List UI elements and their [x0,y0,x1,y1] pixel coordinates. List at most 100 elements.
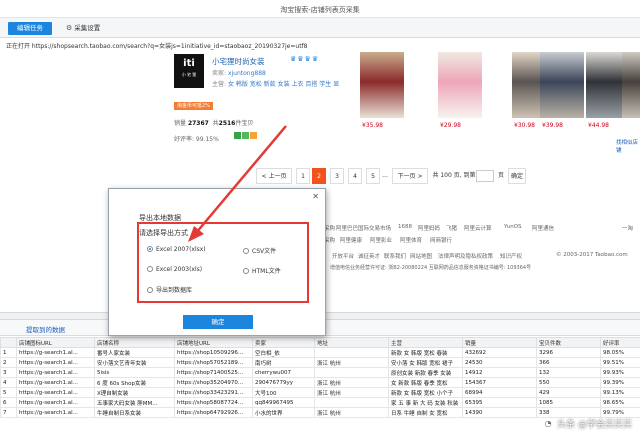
table-cell[interactable]: 浙江 杭州 [314,407,389,418]
table-cell[interactable]: 浙江 杭州 [314,377,389,388]
footer-link[interactable]: 阿里巴巴国际交易市场 [336,224,391,232]
footer-link[interactable]: 阿里体育 [400,236,422,244]
table-cell[interactable]: https://g-search1.al... [16,377,95,388]
table-cell[interactable]: 65395 [462,397,537,408]
table-row[interactable]: 5 https://g-search1.al... X理自制女装 https://sh… [0,387,640,398]
table-cell[interactable]: 14390 [462,407,537,418]
product-photo[interactable] [438,52,482,118]
column-header[interactable]: 店铺图标URL [16,337,95,348]
similar-shops-link[interactable]: 找相似店铺 [616,138,640,154]
option-excel-2007[interactable]: Excel 2007(xlsx) [147,245,206,253]
table-cell[interactable]: 550 [536,377,601,388]
radio[interactable] [243,267,249,274]
table-cell[interactable]: 6 度 60s Shop女装 [94,377,175,388]
table-cell[interactable]: 98.05% [600,347,640,358]
table-row[interactable]: 6 https://g-search1.al... 五事家大码女装 胖MM... ht… [0,397,640,408]
table-cell[interactable]: https://g-search1.al... [16,387,95,398]
table-cell[interactable]: https://g-search1.al... [16,367,95,378]
table-cell[interactable]: https://shop33423291... [174,387,253,398]
page-2-button[interactable]: 2 [312,168,326,184]
table-cell[interactable]: 番号人家女装 [94,347,175,358]
table-cell[interactable]: 新款 女 韩版 宽松 春装 [388,347,463,358]
product-photo[interactable] [622,52,640,118]
footer-link[interactable]: 一淘 [622,224,633,232]
column-header[interactable]: 卖家 [252,337,315,348]
table-cell[interactable]: https://g-search1.al... [16,397,95,408]
table-cell[interactable]: 98.65% [600,397,640,408]
footer-link[interactable]: 阿里通信 [532,224,554,232]
footer-link[interactable]: 联系我们 [384,252,406,260]
page-5-button[interactable]: 5 [366,168,380,184]
column-header[interactable]: 销量 [462,337,537,348]
footer-link[interactable]: 阿里影业 [370,236,392,244]
table-cell[interactable]: 南巧树 [252,357,315,368]
footer-link[interactable]: 1688 [398,224,412,230]
table-row[interactable]: 2 https://g-search1.al... 安小落文艺青年女装 https:/… [0,357,640,368]
option-html[interactable]: HTML文件 [243,266,281,275]
table-cell[interactable]: https://shop57052189... [174,357,253,368]
table-cell[interactable]: 154367 [462,377,537,388]
column-header[interactable]: 好评率 [600,337,640,348]
table-cell[interactable]: https://g-search1.al... [16,357,95,368]
table-cell[interactable]: 68994 [462,387,537,398]
table-cell[interactable]: 1085 [536,397,601,408]
column-header[interactable]: 宝贝件数 [536,337,601,348]
option-csv[interactable]: CSV文件 [243,246,276,255]
table-cell[interactable]: 原创女装 新款 春季 女装 [388,367,463,378]
table-cell[interactable]: 空白相_依 [252,347,315,358]
column-header[interactable]: 地址 [314,337,389,348]
table-cell[interactable]: 浙江 杭州 [314,387,389,398]
table-cell[interactable]: 432692 [462,347,537,358]
table-cell[interactable]: 24530 [462,357,537,368]
table-cell[interactable]: 366 [536,357,601,368]
table-cell[interactable]: 99.13% [600,387,640,398]
shop-name-link[interactable]: 小宅狸时尚女装 [212,56,265,67]
table-cell[interactable]: 3296 [536,347,601,358]
footer-link[interactable]: 阿里健康 [340,236,362,244]
capture-settings-button[interactable]: ⚙ 采集设置 [66,22,100,35]
table-cell[interactable]: 99.51% [600,357,640,368]
page-go-button[interactable]: 确定 [508,168,526,184]
footer-link[interactable]: 阿里云计算 [464,224,492,232]
footer-link[interactable]: 阿里妈妈 [418,224,440,232]
column-header[interactable] [0,337,17,348]
table-cell[interactable]: https://shop10509296... [174,347,253,358]
table-cell[interactable]: 浙江 杭州 [314,357,389,368]
table-cell[interactable]: https://g-search1.al... [16,407,95,418]
table-cell[interactable]: 安小落文艺青年女装 [94,357,175,368]
table-cell[interactable]: 大号100 [252,387,315,398]
table-cell[interactable]: https://shop35204970... [174,377,253,388]
table-cell[interactable]: 五事家大码女装 胖MM... [94,397,175,408]
page-4-button[interactable]: 4 [348,168,362,184]
table-cell[interactable]: 7 [0,407,17,418]
footer-link[interactable]: 网商银行 [430,236,452,244]
option-database[interactable]: 导出到数据库 [147,285,192,294]
column-header[interactable]: 主营 [388,337,463,348]
table-cell[interactable]: 3 [0,367,17,378]
main-categories[interactable]: 女 韩版 宽松 新款 女装 上衣 百搭 学生 显 [228,81,339,88]
product-photo[interactable] [360,52,404,118]
footer-link[interactable]: 法律声明及隐私权政策 [438,252,493,260]
table-cell[interactable]: 牛睡自制日系女装 [94,407,175,418]
table-cell[interactable]: https://shop58087724... [174,397,253,408]
table-cell[interactable]: 132 [536,367,601,378]
table-cell[interactable]: 4 [0,377,17,388]
option-excel-2003[interactable]: Excel 2003(xls) [147,265,202,273]
table-cell[interactable]: 小水的世界 [252,407,315,418]
table-cell[interactable] [314,347,389,358]
table-cell[interactable]: X理自制女装 [94,387,175,398]
tab-extracted-data[interactable]: 提取到的数据 [26,324,65,334]
table-cell[interactable]: 家 五 事 新 大 码 女装 秋装 [388,397,463,408]
table-cell[interactable]: 99.93% [600,367,640,378]
footer-link[interactable]: 开放平台 [332,252,354,260]
table-cell[interactable]: 新款 女 韩版 宽松 小个子 [388,387,463,398]
column-header[interactable]: 店铺地址URL [174,337,253,348]
table-cell[interactable]: 安小落 女 韩版 宽松 裙子 [388,357,463,368]
table-cell[interactable]: 女 新款 韩版 春季 宽松 [388,377,463,388]
table-row[interactable]: 4 https://g-search1.al... 6 度 60s Shop女装 ht… [0,377,640,388]
next-page-button[interactable]: 下一页 > [392,168,428,184]
footer-link[interactable]: 网站地图 [410,252,432,260]
table-cell[interactable]: 日系 牛睡 自制 女 宽松 [388,407,463,418]
table-cell[interactable]: 5 [0,387,17,398]
table-cell[interactable]: https://shop71400525... [174,367,253,378]
